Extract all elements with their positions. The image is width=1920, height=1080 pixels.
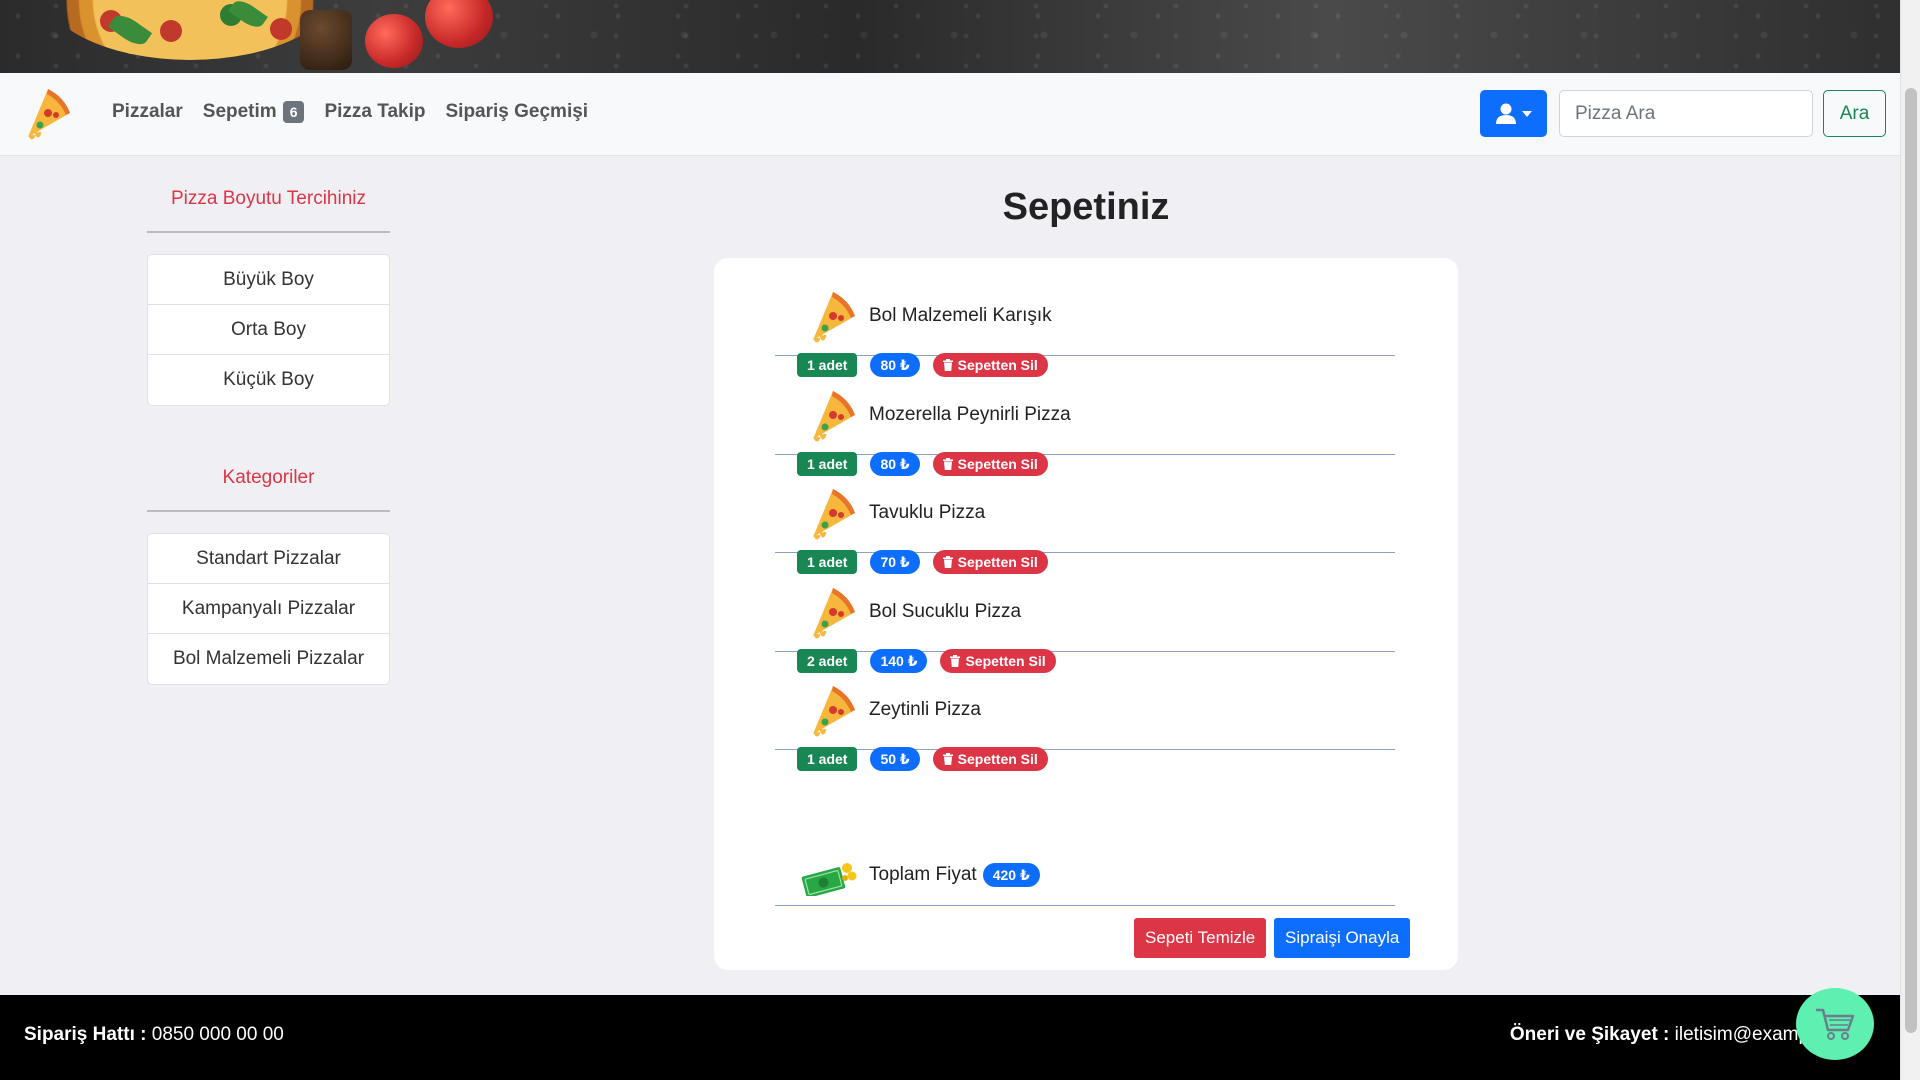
total-price-badge: 420 ₺: [982, 863, 1040, 887]
cart-item: Mozerella Peynirli Pizza 1 adet 80 ₺ Sep…: [775, 357, 1395, 476]
cart-item: Bol Sucuklu Pizza 2 adet 140 ₺ Sepetten …: [775, 554, 1395, 673]
confirm-order-button[interactable]: Sipraişi Onayla: [1274, 918, 1411, 958]
divider: [147, 510, 390, 512]
size-preference-title: Pizza Boyutu Tercihiniz: [170, 188, 367, 209]
pizza-slice-icon: [813, 588, 855, 639]
size-list: Büyük Boy Orta Boy Küçük Boy: [147, 254, 390, 406]
nav-link-sepetim[interactable]: Sepetim 6: [203, 101, 305, 123]
tomato-image: [365, 14, 423, 68]
nav-link-pizzalar[interactable]: Pizzalar: [112, 101, 183, 123]
item-name: Tavuklu Pizza: [869, 502, 986, 523]
clear-cart-button[interactable]: Sepeti Temizle: [1134, 918, 1267, 958]
phone-value: 0850 000 00 00: [151, 1024, 284, 1045]
cart-item: Bol Malzemeli Karışık 1 adet 80 ₺ Sepett…: [775, 258, 1395, 377]
category-list: Standart Pizzalar Kampanyalı Pizzalar Bo…: [147, 533, 390, 685]
remove-label: Sepetten Sil: [957, 751, 1038, 767]
caret-down-icon: [1521, 110, 1532, 117]
money-icon: [801, 863, 857, 896]
phone-label: Sipariş Hattı :: [24, 1024, 147, 1045]
pizza-slice-icon: [813, 292, 855, 343]
scrollbar-thumb[interactable]: [1905, 88, 1917, 1033]
categories-title: Kategoriler: [222, 467, 315, 488]
qty-badge: 1 adet: [797, 747, 858, 771]
nav-link-siparis-gecmisi[interactable]: Sipariş Geçmişi: [446, 101, 589, 123]
hero-banner: [0, 0, 1900, 73]
divider: [147, 231, 390, 233]
navbar: Pizzalar Sepetim 6 Pizza Takip Sipariş G…: [0, 73, 1900, 156]
remove-from-cart-button[interactable]: Sepetten Sil: [932, 747, 1048, 771]
floating-cart-button[interactable]: [1796, 988, 1874, 1060]
user-icon: [1495, 103, 1516, 124]
user-menu-button[interactable]: [1480, 90, 1547, 137]
item-name: Bol Sucuklu Pizza: [869, 601, 1022, 622]
shopping-cart-icon: [1816, 1008, 1855, 1040]
size-item-kucuk[interactable]: Küçük Boy: [148, 355, 389, 405]
search-input[interactable]: [1559, 90, 1813, 137]
nav-links: Pizzalar Sepetim 6 Pizza Takip Sipariş G…: [112, 101, 588, 123]
cart-item: Tavuklu Pizza 1 adet 70 ₺ Sepetten Sil: [775, 455, 1395, 574]
pizza-slice-icon: [813, 489, 855, 540]
total-row: Toplam Fiyat 420 ₺: [775, 838, 1395, 906]
cart-card: Bol Malzemeli Karışık 1 adet 80 ₺ Sepett…: [714, 258, 1458, 970]
order-line: Sipariş Hattı : 0850 000 00 00: [24, 1024, 284, 1046]
search-button[interactable]: Ara: [1823, 90, 1886, 137]
cart-item: Zeytinli Pizza 1 adet 50 ₺ Sepetten Sil: [775, 652, 1395, 771]
total-label: Toplam Fiyat: [869, 864, 977, 885]
page-scrollbar[interactable]: [1900, 0, 1920, 1080]
footer: Sipariş Hattı : 0850 000 00 00 Öneri ve …: [0, 995, 1900, 1080]
nav-link-pizza-takip[interactable]: Pizza Takip: [324, 101, 425, 123]
price-badge: 50 ₺: [870, 747, 920, 771]
category-item-kampanyali[interactable]: Kampanyalı Pizzalar: [148, 584, 389, 634]
trash-icon: [942, 753, 953, 765]
item-name: Bol Malzemeli Karışık: [869, 305, 1052, 326]
contact-label: Öneri ve Şikayet :: [1509, 1024, 1670, 1045]
brand-pizza-icon[interactable]: [20, 85, 72, 143]
pizza-slice-icon: [813, 391, 855, 442]
page-title: Sepetiniz: [1002, 186, 1170, 228]
category-item-bol-malzemeli[interactable]: Bol Malzemeli Pizzalar: [148, 634, 389, 684]
item-name: Mozerella Peynirli Pizza: [869, 404, 1071, 425]
nav-link-sepetim-label: Sepetim: [202, 101, 277, 122]
pizza-slice-icon: [813, 686, 855, 737]
size-item-orta[interactable]: Orta Boy: [148, 305, 389, 355]
item-name: Zeytinli Pizza: [869, 699, 981, 720]
cart-count-badge: 6: [282, 101, 305, 123]
category-item-standart[interactable]: Standart Pizzalar: [148, 534, 389, 584]
size-item-buyuk[interactable]: Büyük Boy: [148, 255, 389, 305]
